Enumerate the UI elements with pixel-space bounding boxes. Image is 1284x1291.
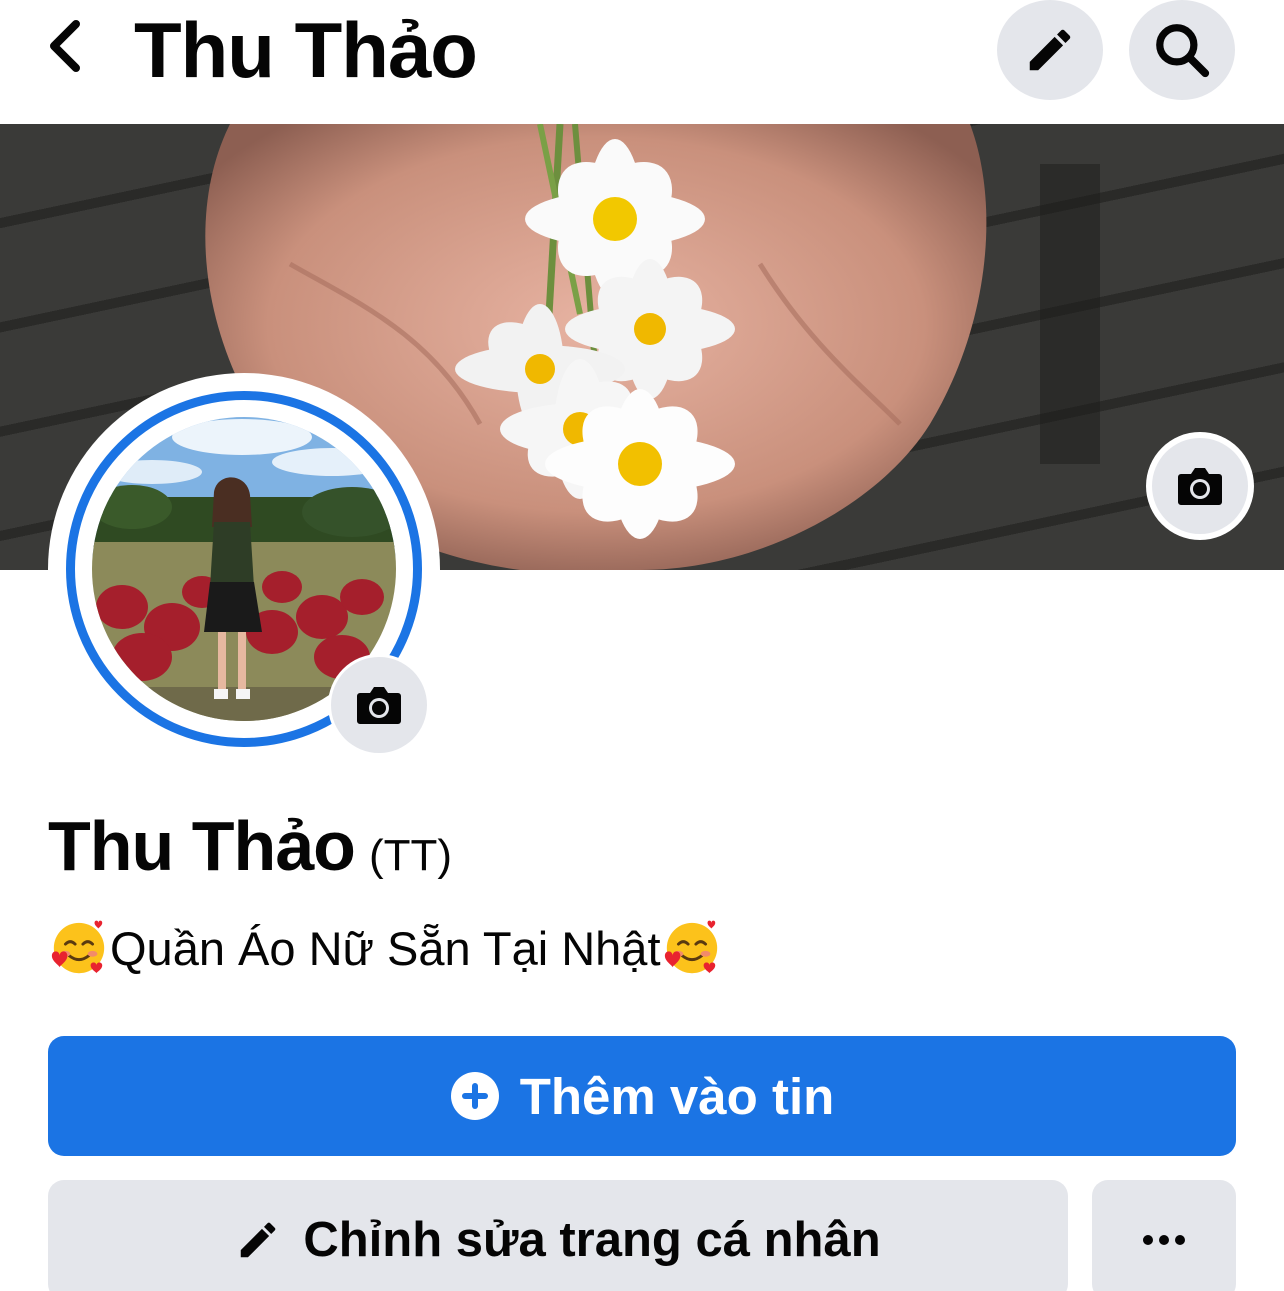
add-to-story-button[interactable]: Thêm vào tin <box>48 1036 1236 1156</box>
alternate-name: (TT) <box>368 831 452 880</box>
camera-icon <box>1178 468 1222 505</box>
edit-profile-label: Chỉnh sửa trang cá nhân <box>303 1213 881 1267</box>
chevron-left-icon <box>50 20 80 72</box>
edit-button[interactable] <box>997 0 1103 100</box>
more-horizontal-icon <box>1143 1235 1185 1245</box>
back-button[interactable] <box>34 14 98 78</box>
pencil-icon <box>1029 29 1071 71</box>
search-icon <box>1156 24 1210 78</box>
profile-name: Thu Thảo (TT) <box>48 806 452 886</box>
add-to-story-label: Thêm vào tin <box>519 1067 835 1125</box>
profile-bio: Quần Áo Nữ Sẵn Tại Nhật <box>48 916 723 980</box>
more-options-button[interactable] <box>1092 1180 1236 1291</box>
plus-circle-icon <box>450 1072 499 1120</box>
camera-icon <box>357 687 401 724</box>
page-title: Thu Thảo <box>134 6 478 94</box>
smiling-face-with-hearts-icon <box>664 920 717 974</box>
search-button[interactable] <box>1129 0 1235 100</box>
smiling-face-with-hearts-icon <box>51 920 105 974</box>
top-navigation-bar: Thu Thảo <box>0 0 1284 124</box>
edit-cover-photo-button[interactable] <box>1146 432 1254 540</box>
edit-profile-button[interactable]: Chỉnh sửa trang cá nhân <box>48 1180 1068 1291</box>
profile-name-text: Thu Thảo <box>48 807 356 885</box>
pencil-icon <box>241 1222 276 1258</box>
bio-text: Quần Áo Nữ Sẵn Tại Nhật <box>110 921 661 975</box>
edit-profile-picture-button[interactable] <box>328 654 430 756</box>
